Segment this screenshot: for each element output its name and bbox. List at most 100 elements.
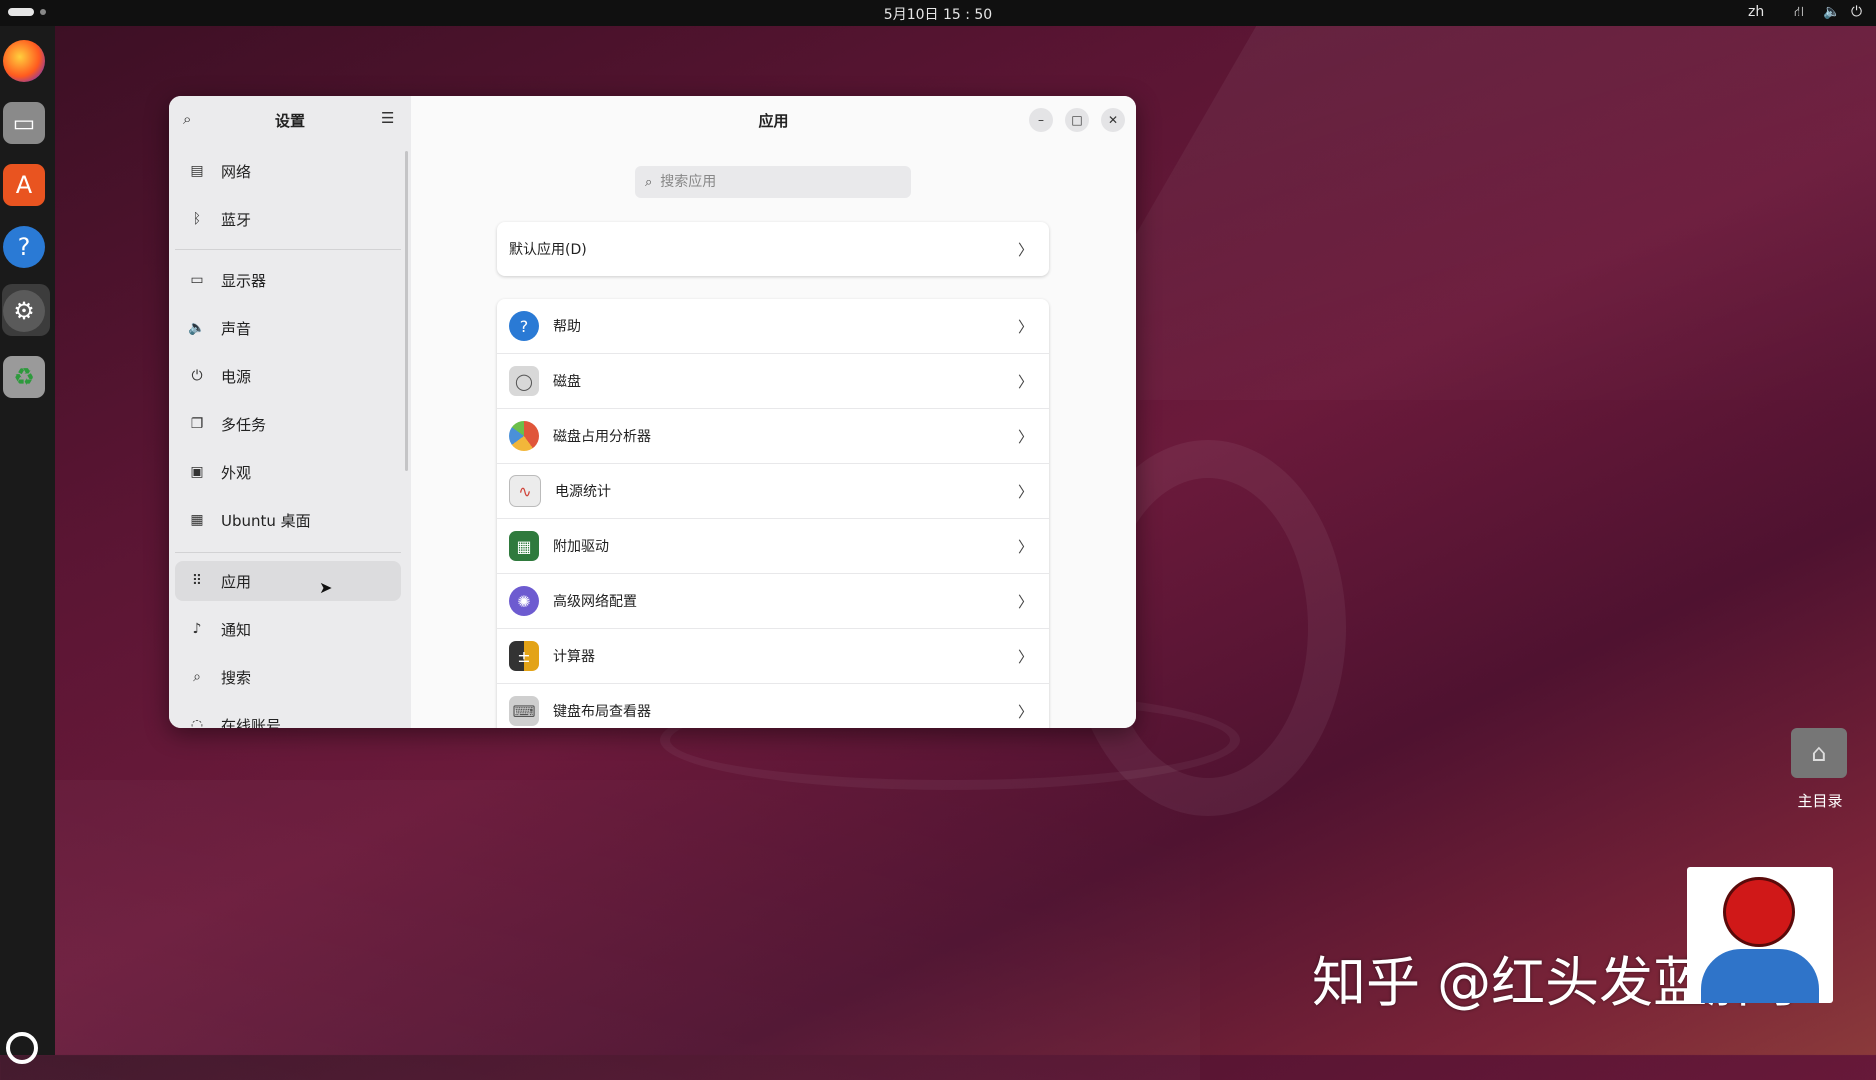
bell-icon: ♪ (192, 621, 202, 637)
sidebar-title: 设置 (274, 112, 305, 130)
sidebar-item-sound[interactable]: 🔈 声音 (175, 308, 401, 348)
power-icon: ⏻ (191, 368, 203, 384)
appearance-icon: ▣ (190, 464, 204, 480)
sidebar-item-label: 多任务 (221, 415, 267, 434)
sidebar-scrollbar[interactable] (405, 151, 408, 471)
app-row-disk-usage[interactable]: 磁盘占用分析器 〉 (497, 409, 1049, 464)
sidebar-item-label: 网络 (221, 162, 252, 181)
network-config-icon: ✺ (509, 586, 539, 616)
drivers-chip-icon: ▦ (509, 531, 539, 561)
sidebar-item-label: Ubuntu 桌面 (221, 511, 311, 530)
chevron-right-icon: 〉 (1017, 241, 1033, 259)
help-icon: ? (509, 311, 539, 341)
app-label: 附加驱动 (553, 539, 609, 555)
sidebar-item-search[interactable]: ⌕ 搜索 (175, 657, 401, 697)
sidebar-item-online-accounts[interactable]: ◌ 在线账号 (175, 705, 401, 729)
disk-usage-icon (509, 421, 539, 451)
sidebar-item-display[interactable]: ▭ 显示器 (175, 260, 401, 300)
ubuntu-desktop-icon: ▦ (190, 512, 204, 528)
apps-grid-icon: ⠿ (191, 573, 203, 589)
sidebar-item-appearance[interactable]: ▣ 外观 (175, 452, 401, 492)
app-label: 帮助 (553, 319, 581, 335)
power-statistics-icon: ∿ (509, 475, 541, 507)
app-row-network-config[interactable]: ✺ 高级网络配置 〉 (497, 574, 1049, 629)
sidebar-item-label: 蓝牙 (221, 210, 252, 229)
search-icon: ⌕ (645, 174, 653, 190)
wallpaper-streak (1040, 20, 1876, 400)
apps-list-card: ? 帮助 〉 ◯ 磁盘 〉 磁盘占用分析器 〉 ∿ 电源统计 〉 ▦ 附加驱动 (497, 299, 1049, 728)
home-folder-label[interactable]: 主目录 (1782, 790, 1858, 811)
settings-icon[interactable]: ⚙ (3, 290, 45, 332)
default-apps-row[interactable]: 默认应用(D) 〉 (497, 222, 1049, 276)
avatar-body (1701, 949, 1819, 1003)
app-label: 高级网络配置 (553, 594, 637, 610)
sidebar-item-label: 搜索 (221, 668, 252, 687)
sidebar-item-label: 电源 (221, 367, 252, 386)
app-row-additional-drivers[interactable]: ▦ 附加驱动 〉 (497, 519, 1049, 574)
settings-window: ⌕ 设置 ☰ ▤ 网络 ᛒ 蓝牙 ▭ 显示器 🔈 声音 ⏻ 电源 ❐ 多任务 ▣… (169, 96, 1136, 728)
sidebar-item-network[interactable]: ▤ 网络 (175, 151, 401, 191)
sound-icon: 🔈 (188, 320, 206, 336)
chevron-right-icon: 〉 (1017, 593, 1033, 611)
top-bar: 5月10日 15 : 50 zh ⛙ 🔈 ⏻ (0, 0, 1876, 26)
help-icon[interactable]: ? (3, 226, 45, 268)
app-center-icon[interactable]: A (3, 164, 45, 206)
app-row-keyboard-layout[interactable]: ⌨ 键盘布局查看器 〉 (497, 684, 1049, 728)
search-field[interactable]: ⌕ (635, 166, 911, 198)
chevron-right-icon: 〉 (1017, 483, 1033, 501)
sidebar-header: ⌕ 设置 ☰ (169, 96, 411, 142)
chevron-right-icon: 〉 (1017, 648, 1033, 666)
volume-icon[interactable]: 🔈 (1823, 4, 1840, 20)
sidebar-item-label: 通知 (221, 620, 252, 639)
default-apps-card: 默认应用(D) 〉 (497, 222, 1049, 276)
display-icon: ▭ (190, 272, 204, 288)
wallpaper-streak (0, 780, 1200, 1080)
default-apps-label: 默认应用(D) (509, 242, 587, 258)
close-button[interactable]: ✕ (1101, 108, 1125, 132)
sidebar-item-notifications[interactable]: ♪ 通知 (175, 609, 401, 649)
chevron-right-icon: 〉 (1017, 428, 1033, 446)
power-icon[interactable]: ⏻ (1851, 4, 1862, 20)
trash-icon[interactable]: ♻ (3, 356, 45, 398)
minimize-button[interactable]: – (1029, 108, 1053, 132)
sidebar-item-label: 显示器 (221, 271, 267, 290)
watermark-avatar (1687, 867, 1833, 1003)
home-folder-icon[interactable]: ⌂ (1791, 728, 1847, 778)
app-label: 键盘布局查看器 (553, 704, 651, 720)
hamburger-menu-icon[interactable]: ☰ (381, 109, 394, 127)
firefox-icon[interactable] (3, 40, 45, 82)
sidebar-item-multitasking[interactable]: ❐ 多任务 (175, 404, 401, 444)
app-row-calculator[interactable]: ± 计算器 〉 (497, 629, 1049, 684)
app-label: 磁盘占用分析器 (553, 429, 651, 445)
clock[interactable]: 5月10日 15 : 50 (0, 4, 1876, 24)
maximize-button[interactable]: □ (1065, 108, 1089, 132)
network-icon[interactable]: ⛙ (1794, 4, 1804, 22)
sidebar-item-bluetooth[interactable]: ᛒ 蓝牙 (175, 199, 401, 239)
apps-panel: 应用 – □ ✕ ⌕ 默认应用(D) 〉 ? 帮助 〉 ◯ 磁盘 〉 (411, 96, 1136, 728)
files-icon[interactable]: ▭ (3, 102, 45, 144)
app-row-help[interactable]: ? 帮助 〉 (497, 299, 1049, 354)
calculator-icon: ± (509, 641, 539, 671)
sidebar-item-apps[interactable]: ⠿ 应用 (175, 561, 401, 601)
input-language[interactable]: zh (1748, 4, 1764, 20)
sidebar-item-label: 声音 (221, 319, 252, 338)
settings-sidebar: ⌕ 设置 ☰ ▤ 网络 ᛒ 蓝牙 ▭ 显示器 🔈 声音 ⏻ 电源 ❐ 多任务 ▣… (169, 96, 411, 728)
app-label: 计算器 (553, 649, 595, 665)
search-apps-input[interactable] (658, 173, 883, 191)
sidebar-item-ubuntu-desktop[interactable]: ▦ Ubuntu 桌面 (175, 500, 401, 540)
app-label: 电源统计 (555, 484, 611, 500)
sidebar-item-label: 外观 (221, 463, 252, 482)
avatar-head (1723, 877, 1795, 947)
sidebar-item-power[interactable]: ⏻ 电源 (175, 356, 401, 396)
mouse-cursor-icon: ➤ (319, 578, 333, 597)
chevron-right-icon: 〉 (1017, 538, 1033, 556)
chevron-right-icon: 〉 (1017, 703, 1033, 721)
bluetooth-icon: ᛒ (192, 211, 202, 227)
keyboard-icon: ⌨ (509, 696, 539, 726)
app-row-power-statistics[interactable]: ∿ 电源统计 〉 (497, 464, 1049, 519)
show-apps-icon[interactable] (6, 1032, 38, 1064)
sidebar-item-label: 应用 (221, 572, 252, 591)
app-label: 磁盘 (553, 374, 581, 390)
app-row-disks[interactable]: ◯ 磁盘 〉 (497, 354, 1049, 409)
multitasking-icon: ❐ (190, 416, 204, 432)
